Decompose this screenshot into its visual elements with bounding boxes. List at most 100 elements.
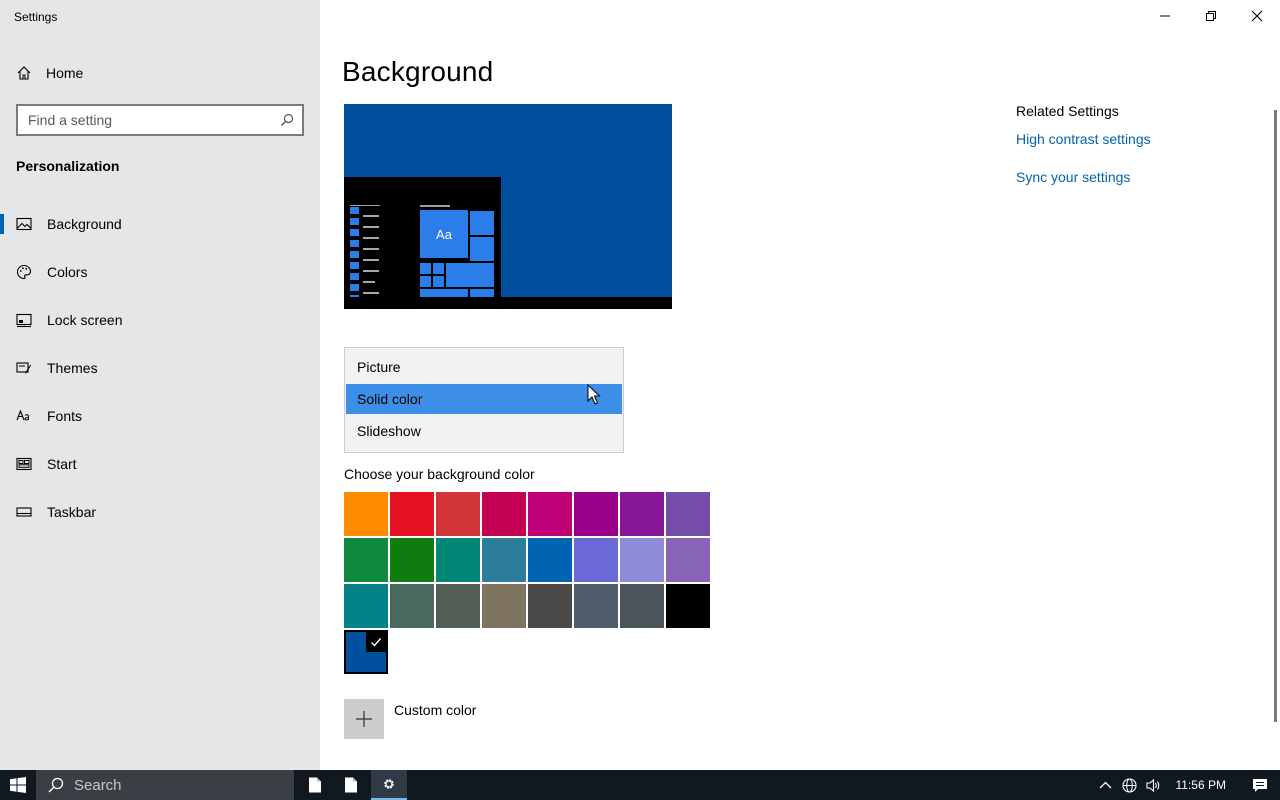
start-button[interactable] bbox=[0, 770, 36, 800]
taskbar-app-notepad-2[interactable] bbox=[333, 770, 369, 800]
sidebar-item-taskbar[interactable]: Taskbar bbox=[0, 488, 320, 536]
sidebar-item-start[interactable]: Start bbox=[0, 440, 320, 488]
window-controls bbox=[1142, 0, 1280, 32]
high-contrast-settings-link[interactable]: High contrast settings bbox=[1016, 131, 1256, 147]
home-label: Home bbox=[46, 65, 84, 81]
close-icon bbox=[1251, 10, 1263, 22]
network-button[interactable] bbox=[1118, 770, 1142, 800]
sidebar-item-lock-screen[interactable]: Lock screen bbox=[0, 296, 320, 344]
color-swatch[interactable] bbox=[666, 492, 710, 536]
color-swatch[interactable] bbox=[344, 538, 388, 582]
color-swatch[interactable] bbox=[620, 584, 664, 628]
color-swatch[interactable] bbox=[390, 584, 434, 628]
color-swatch[interactable] bbox=[390, 538, 434, 582]
preview-start-menu: Aa bbox=[344, 177, 501, 309]
color-swatch-selected[interactable] bbox=[344, 630, 388, 674]
taskbar-app-settings[interactable] bbox=[371, 770, 407, 800]
color-swatch-grid bbox=[344, 492, 714, 674]
show-hidden-icons-button[interactable] bbox=[1094, 770, 1118, 800]
restore-button[interactable] bbox=[1188, 0, 1234, 32]
color-swatch[interactable] bbox=[344, 584, 388, 628]
preview-tile-label: Aa bbox=[420, 210, 468, 258]
taskbar-clock[interactable]: 11:56 PM bbox=[1176, 778, 1226, 792]
color-swatch[interactable] bbox=[390, 492, 434, 536]
taskbar-app-notepad-1[interactable] bbox=[297, 770, 333, 800]
search-icon[interactable] bbox=[280, 113, 294, 127]
speaker-icon bbox=[1146, 778, 1160, 792]
custom-color-tile[interactable] bbox=[344, 699, 384, 739]
sidebar-item-label: Lock screen bbox=[47, 312, 123, 328]
color-swatch[interactable] bbox=[482, 492, 526, 536]
color-swatch[interactable] bbox=[574, 538, 618, 582]
related-settings: Related Settings High contrast settings … bbox=[1016, 103, 1256, 207]
globe-icon bbox=[1122, 777, 1137, 793]
sidebar-item-label: Fonts bbox=[47, 408, 83, 424]
color-section-label: Choose your background color bbox=[344, 466, 535, 482]
close-button[interactable] bbox=[1234, 0, 1280, 32]
dropdown-option-slideshow[interactable]: Slideshow bbox=[346, 416, 622, 446]
color-swatch[interactable] bbox=[574, 492, 618, 536]
minimize-button[interactable] bbox=[1142, 0, 1188, 32]
related-settings-title: Related Settings bbox=[1016, 103, 1119, 119]
minimize-icon bbox=[1160, 15, 1170, 17]
sidebar-item-themes[interactable]: Themes bbox=[0, 344, 320, 392]
sidebar-item-label: Themes bbox=[47, 360, 98, 376]
color-swatch[interactable] bbox=[436, 492, 480, 536]
notification-icon bbox=[1253, 779, 1267, 792]
sidebar-nav: Background Colors Lock screen Themes Fon… bbox=[0, 200, 320, 536]
search-box[interactable] bbox=[16, 104, 304, 136]
color-swatch[interactable] bbox=[666, 538, 710, 582]
color-swatch[interactable] bbox=[528, 538, 572, 582]
start-icon bbox=[16, 457, 32, 471]
color-swatch[interactable] bbox=[482, 538, 526, 582]
document-icon bbox=[345, 777, 357, 793]
color-swatch[interactable] bbox=[436, 584, 480, 628]
search-icon bbox=[48, 777, 64, 793]
taskbar-search-box[interactable]: Search bbox=[36, 770, 294, 800]
taskbar-icon bbox=[16, 507, 32, 517]
sidebar: Settings Home Personalization Background… bbox=[0, 0, 320, 770]
section-title: Personalization bbox=[16, 158, 120, 174]
chevron-up-icon bbox=[1099, 781, 1112, 788]
taskbar: Search 11:56 PM bbox=[0, 770, 1280, 800]
themes-icon bbox=[16, 362, 31, 374]
volume-button[interactable] bbox=[1142, 770, 1166, 800]
gear-icon bbox=[384, 779, 394, 789]
color-swatch[interactable] bbox=[574, 584, 618, 628]
sidebar-item-background[interactable]: Background bbox=[0, 200, 320, 248]
dropdown-option-solid-color[interactable]: Solid color bbox=[346, 384, 622, 414]
taskbar-search-text: Search bbox=[74, 776, 122, 794]
sidebar-item-fonts[interactable]: Fonts bbox=[0, 392, 320, 440]
lock-screen-icon bbox=[16, 313, 32, 328]
color-swatch[interactable] bbox=[482, 584, 526, 628]
search-input[interactable] bbox=[28, 112, 280, 128]
color-swatch[interactable] bbox=[344, 492, 388, 536]
dropdown-option-picture[interactable]: Picture bbox=[346, 352, 622, 382]
sidebar-item-colors[interactable]: Colors bbox=[0, 248, 320, 296]
color-swatch[interactable] bbox=[528, 584, 572, 628]
scrollbar[interactable] bbox=[1274, 110, 1277, 722]
action-center-button[interactable] bbox=[1240, 770, 1280, 800]
checkmark-icon bbox=[366, 632, 386, 652]
preview-taskbar bbox=[344, 297, 672, 309]
color-swatch[interactable] bbox=[436, 538, 480, 582]
document-icon bbox=[309, 777, 321, 793]
palette-icon bbox=[16, 264, 32, 280]
color-swatch[interactable] bbox=[620, 492, 664, 536]
system-tray: 11:56 PM bbox=[1094, 770, 1280, 800]
color-swatch[interactable] bbox=[620, 538, 664, 582]
background-type-dropdown[interactable]: Picture Solid color Slideshow bbox=[344, 347, 624, 453]
sidebar-item-label: Background bbox=[47, 216, 122, 232]
custom-color-label: Custom color bbox=[394, 702, 477, 718]
windows-logo-icon bbox=[10, 777, 26, 793]
color-swatch[interactable] bbox=[666, 584, 710, 628]
home-nav-item[interactable]: Home bbox=[16, 62, 83, 84]
color-swatch[interactable] bbox=[528, 492, 572, 536]
custom-color-button[interactable]: Custom color bbox=[344, 699, 476, 739]
image-icon bbox=[16, 217, 32, 231]
app-title: Settings bbox=[14, 10, 58, 24]
page-title: Background bbox=[342, 56, 494, 87]
sync-settings-link[interactable]: Sync your settings bbox=[1016, 169, 1256, 185]
sidebar-item-label: Colors bbox=[47, 264, 88, 280]
background-preview: Aa bbox=[344, 104, 672, 309]
